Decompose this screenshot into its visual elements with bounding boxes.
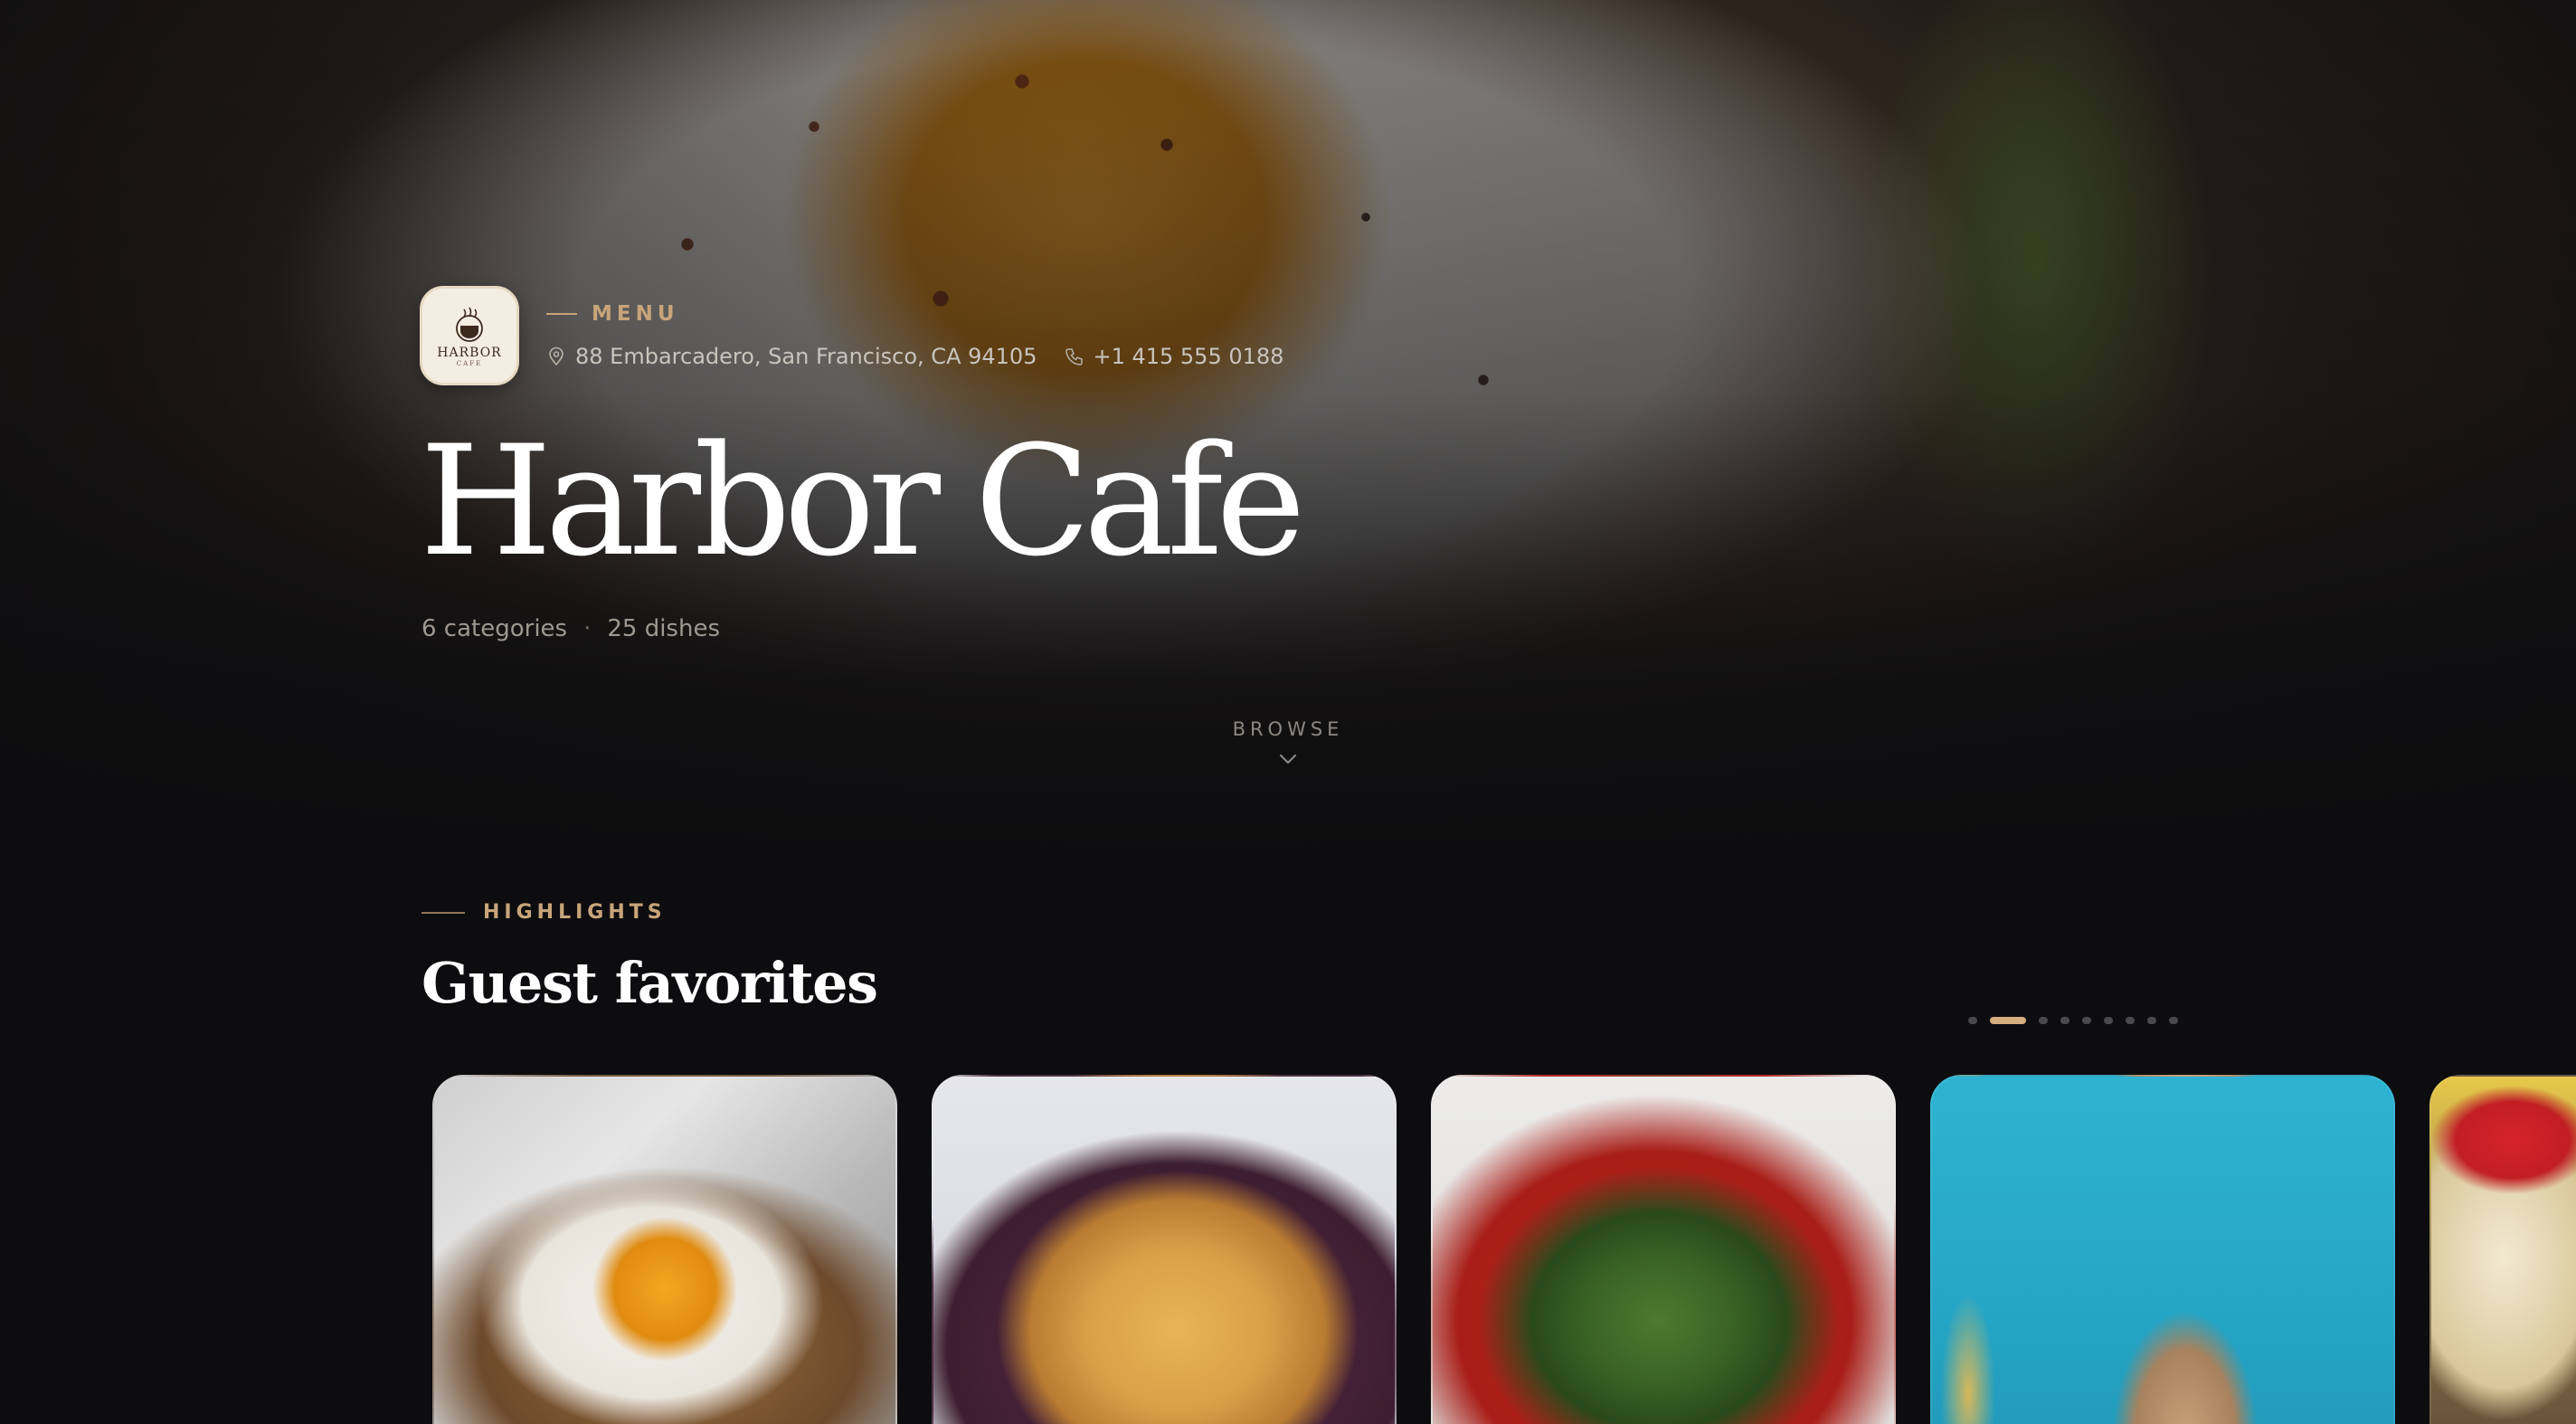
phone-link[interactable]: +1 415 555 0188: [1093, 344, 1283, 369]
contact-row: 88 Embarcadero, San Francisco, CA 94105 …: [546, 344, 1283, 369]
coffee-cup-icon: [456, 307, 483, 342]
pager-dot[interactable]: [2126, 1017, 2135, 1024]
pager-dot[interactable]: [2169, 1017, 2178, 1024]
highlights-label-text: HIGHLIGHTS: [483, 901, 667, 924]
carousel-pager: [1968, 1017, 2191, 1024]
highlights-label: HIGHLIGHTS: [421, 901, 667, 924]
card-tacos-mineral-water[interactable]: [2429, 1075, 2576, 1424]
stats-separator: ·: [583, 615, 592, 642]
menu-label-rule: [546, 313, 577, 315]
restaurant-title: Harbor Cafe: [420, 413, 1306, 590]
pager-dot[interactable]: [1968, 1017, 1977, 1024]
hero-section: HARBOR CAFE MENU 88 Embarcadero, San Fra…: [0, 0, 2576, 869]
menu-stats: 6 categories · 25 dishes: [421, 615, 720, 642]
card-fries[interactable]: [932, 1075, 1397, 1424]
brand-meta: MENU 88 Embarcadero, San Francisco, CA 9…: [546, 302, 1283, 369]
logo-subtext: CAFE: [456, 360, 483, 367]
pager-dot[interactable]: [2060, 1017, 2069, 1024]
brand-row: HARBOR CAFE MENU 88 Embarcadero, San Fra…: [420, 286, 1283, 385]
logo-wordmark: HARBOR: [437, 346, 502, 360]
menu-label: MENU: [546, 302, 1283, 326]
phone-icon: [1065, 348, 1084, 365]
pager-dot[interactable]: [2039, 1017, 2048, 1024]
pager-dot[interactable]: [1990, 1017, 2026, 1024]
favorites-carousel[interactable]: [432, 1075, 2576, 1424]
pager-dot[interactable]: [2082, 1017, 2091, 1024]
restaurant-logo: HARBOR CAFE: [420, 286, 519, 385]
chevron-down-icon: [1279, 754, 1297, 764]
map-pin-icon: [549, 347, 564, 366]
card-wrap-drink[interactable]: [1930, 1075, 2395, 1424]
card-avocado-toast-egg[interactable]: [432, 1075, 897, 1424]
browse-label: BROWSE: [1232, 718, 1344, 740]
menu-label-text: MENU: [592, 302, 679, 326]
pager-dot[interactable]: [2104, 1017, 2113, 1024]
dishes-count: 25 dishes: [607, 615, 721, 642]
highlights-label-rule: [421, 911, 465, 914]
highlights-title: Guest favorites: [421, 950, 878, 1016]
card-green-salad[interactable]: [1431, 1075, 1896, 1424]
address-link[interactable]: 88 Embarcadero, San Francisco, CA 94105: [575, 344, 1037, 369]
pager-dot[interactable]: [2147, 1017, 2156, 1024]
categories-count: 6 categories: [421, 615, 568, 642]
